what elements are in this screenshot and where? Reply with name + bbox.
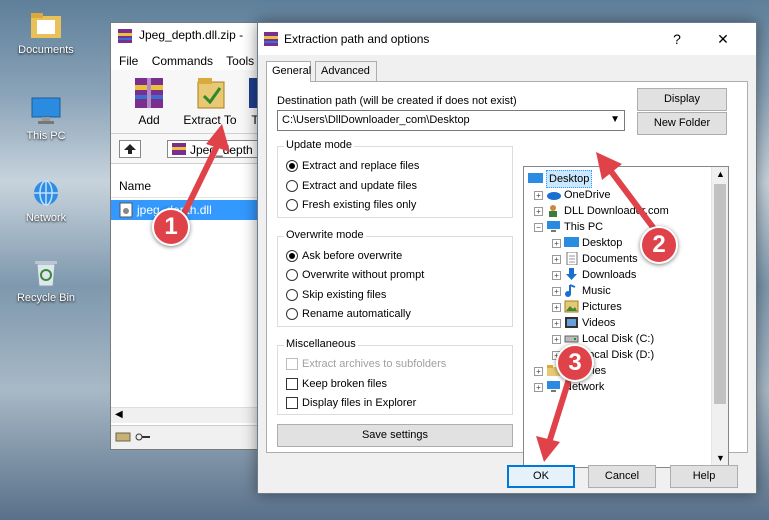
- annotation-marker-1: 1: [152, 208, 190, 246]
- annotation-arrow-2: [596, 152, 658, 233]
- annotation-marker-3: 3: [556, 344, 594, 382]
- annotation-arrow-1: [177, 124, 230, 225]
- annotation-marker-2: 2: [640, 226, 678, 264]
- annotation-arrow-3: [536, 373, 573, 462]
- tab-general[interactable]: General: [266, 61, 311, 82]
